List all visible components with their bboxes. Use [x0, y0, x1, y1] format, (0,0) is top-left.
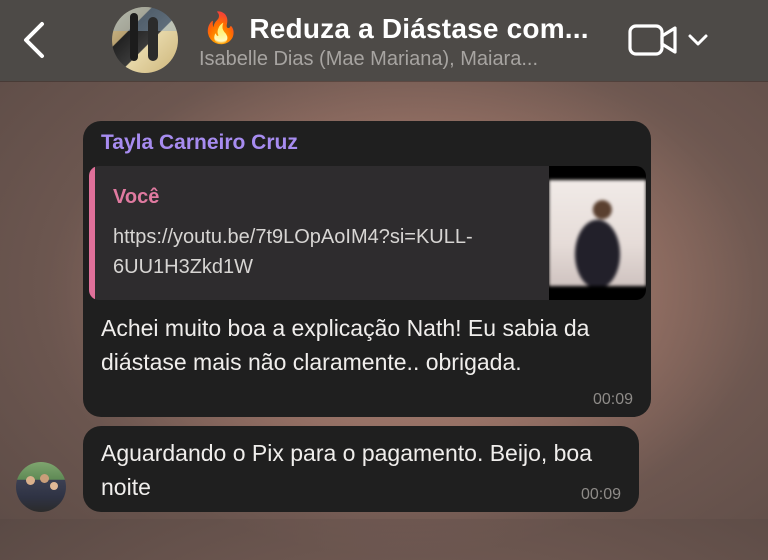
- chat-header: 🔥 Reduza a Diástase com... Isabelle Dias…: [0, 0, 768, 81]
- quote-author: Você: [113, 186, 160, 208]
- back-button[interactable]: [18, 20, 52, 60]
- chat-title: Reduza a Diástase com...: [249, 13, 589, 44]
- message-time: 00:09: [580, 486, 621, 503]
- group-avatar[interactable]: [112, 7, 178, 73]
- thumbnail-image: [549, 180, 646, 286]
- message-bubble[interactable]: Aguardando o Pix para o pagamento. Beijo…: [83, 426, 639, 512]
- chat-title-row[interactable]: 🔥 Reduza a Diástase com...: [202, 10, 589, 48]
- video-thumbnail[interactable]: [549, 166, 646, 300]
- chevron-down-icon: [688, 34, 708, 46]
- chevron-left-icon: [24, 22, 44, 58]
- quote-accent-bar: [89, 166, 95, 300]
- fire-icon: 🔥: [202, 12, 240, 45]
- message-text: Aguardando o Pix para o pagamento. Beijo…: [101, 440, 593, 500]
- message-text: Achei muito boa a explicação Nath! Eu sa…: [101, 315, 590, 375]
- chat-members[interactable]: Isabelle Dias (Mae Mariana), Maiara...: [199, 48, 538, 71]
- sender-avatar[interactable]: [16, 462, 66, 512]
- message-bubble[interactable]: Tayla Carneiro Cruz Você https://youtu.b…: [83, 121, 651, 417]
- video-call-button[interactable]: [628, 20, 710, 60]
- quote-link[interactable]: https://youtu.be/7t9LOpAoIM4?si=KULL-6UU…: [113, 222, 493, 282]
- message-time: 00:09: [592, 391, 633, 408]
- quoted-message[interactable]: Você https://youtu.be/7t9LOpAoIM4?si=KUL…: [89, 166, 646, 300]
- sender-name[interactable]: Tayla Carneiro Cruz: [101, 131, 298, 155]
- video-camera-icon: [628, 24, 677, 56]
